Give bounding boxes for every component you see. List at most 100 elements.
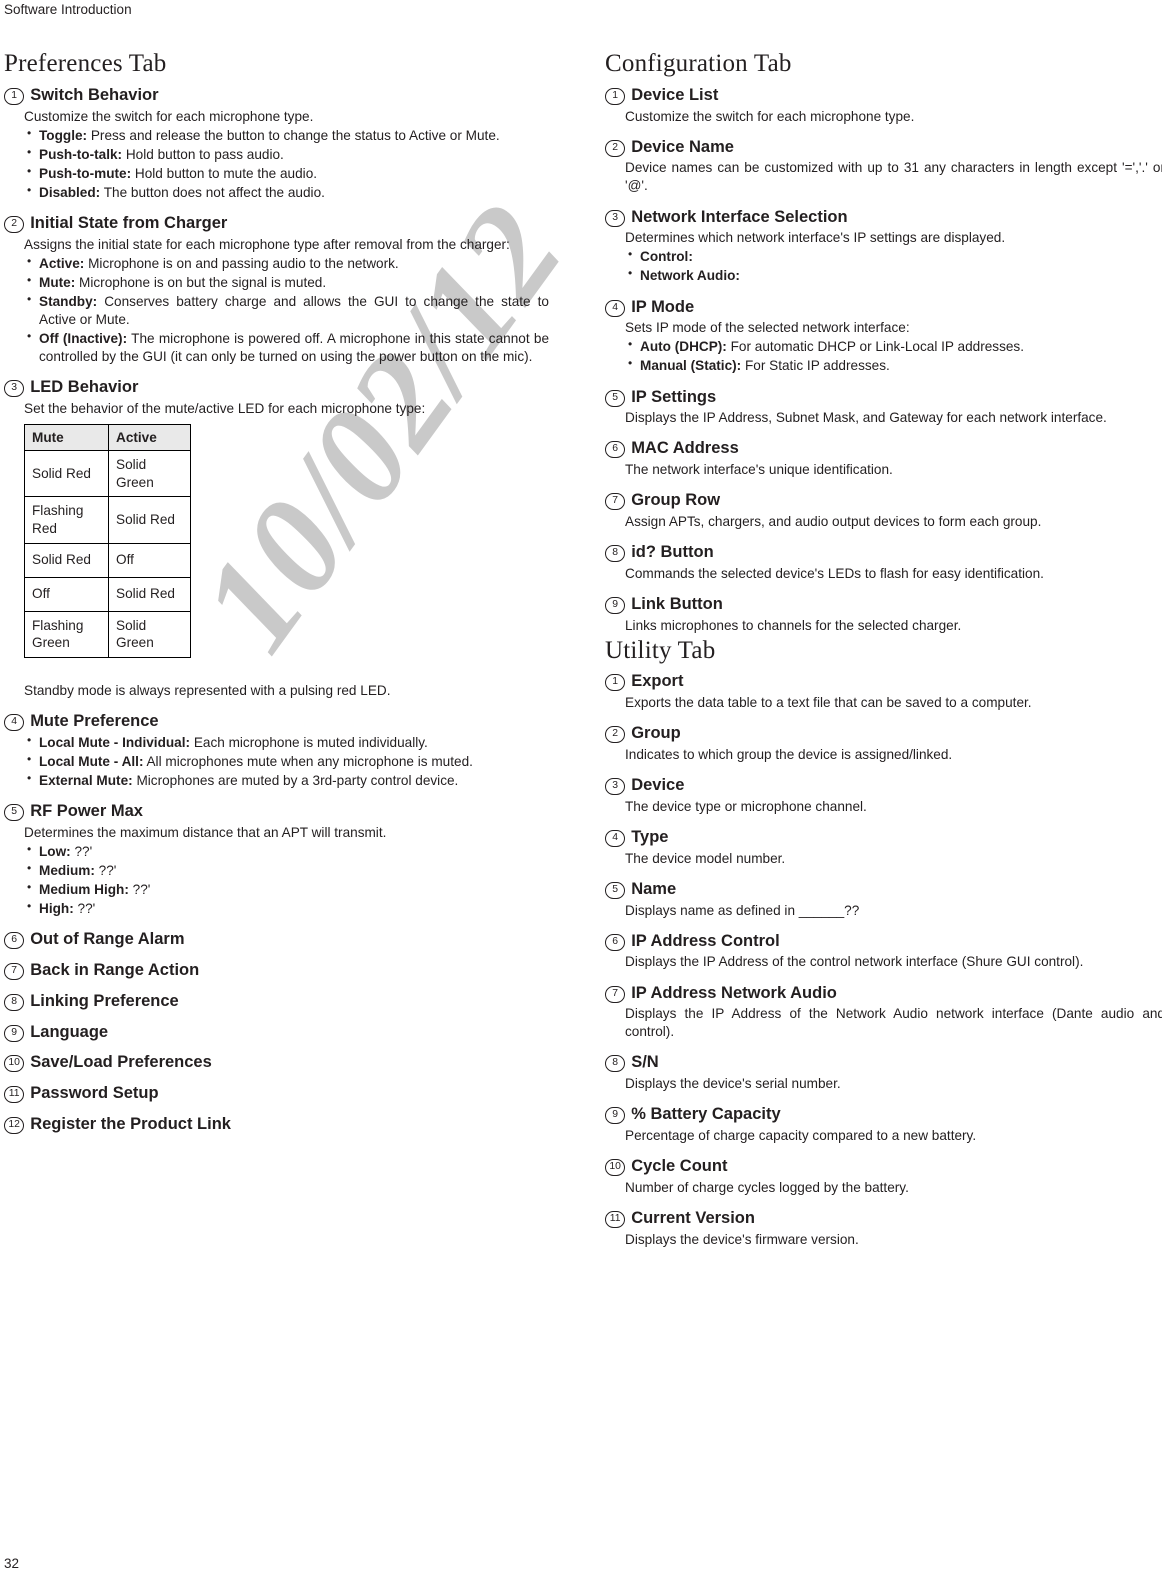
circled-number-icon: 2 xyxy=(605,726,626,744)
table-cell: Off xyxy=(24,576,109,612)
entry-header: 1 Device List xyxy=(605,85,1162,107)
bullet-label: Toggle: xyxy=(39,127,88,143)
right-column: Configuration Tab 1 Device List Customize … xyxy=(605,50,1162,1249)
entry-body: Customize the switch for each microphone… xyxy=(625,108,1162,126)
table-cell: Solid Red xyxy=(108,496,191,544)
bullet-list: Auto (DHCP): For automatic DHCP or Link-… xyxy=(625,337,1162,375)
entry-title: Save/Load Preferences xyxy=(30,1053,212,1072)
numbered-entry: 9 Language xyxy=(4,1022,549,1044)
entry-title: Device Name xyxy=(631,137,734,156)
circled-number-icon: 8 xyxy=(4,993,25,1011)
led-behavior-table: Mute Active Solid Red Solid Green Flashing R… xyxy=(24,424,191,659)
entry-description: Displays the device's serial number. xyxy=(625,1076,841,1092)
entry-body: The device model number. xyxy=(625,850,1162,868)
entry-header: 10 Save/Load Preferences xyxy=(4,1052,549,1074)
entry-body: Displays the IP Address of the Network A… xyxy=(625,1005,1162,1041)
entry-body: Set the behavior of the mute/active LED … xyxy=(24,400,549,418)
bullet-label: Local Mute - All: xyxy=(39,754,144,770)
bullet-label: Disabled: xyxy=(39,184,101,200)
entry-description: Assigns the initial state for each micro… xyxy=(24,236,510,252)
table-cell: Flashing Red xyxy=(24,496,109,544)
entry-header: 7 IP Address Network Audio xyxy=(605,983,1162,1005)
entry-description: The network interface's unique identific… xyxy=(625,462,893,478)
bullet-item: High: ??' xyxy=(24,899,549,918)
entry-header: 2 Initial State from Charger xyxy=(4,213,549,235)
entry-header: 11 Password Setup xyxy=(4,1083,549,1105)
bullet-label: Mute: xyxy=(39,274,76,290)
circled-number-icon: 3 xyxy=(4,380,25,398)
circled-number-icon: 11 xyxy=(605,1211,626,1228)
entry-body: Percentage of charge capacity compared t… xyxy=(625,1127,1162,1145)
left-column: Preferences Tab 1 Switch Behavior Customiz… xyxy=(4,50,549,1145)
numbered-entry: 3 LED Behavior Set the behavior of the mut… xyxy=(4,377,549,700)
circled-number-icon: 7 xyxy=(4,963,25,981)
bullet-label: Medium High: xyxy=(39,882,129,898)
entry-title: Name xyxy=(631,879,677,898)
bullet-text: For automatic DHCP or Link-Local IP addr… xyxy=(726,339,1025,355)
entry-header: 3 LED Behavior xyxy=(4,377,549,399)
bullet-label: High: xyxy=(39,901,74,917)
numbered-entry: 11 Current Version Displays the device's f… xyxy=(605,1208,1162,1249)
bullet-text: Hold button to pass audio. xyxy=(122,146,284,162)
entry-title: Current Version xyxy=(631,1209,755,1227)
numbered-entry: 5 IP Settings Displays the IP Address, Sub… xyxy=(605,387,1162,428)
entry-body: Indicates to which group the device is a… xyxy=(625,746,1162,764)
entry-description: Displays the device's firmware version. xyxy=(625,1231,859,1247)
running-head: Software Introduction xyxy=(4,2,132,17)
bullet-list: Low: ??'Medium: ??'Medium High: ??'High:… xyxy=(24,842,549,918)
entry-title: % Battery Capacity xyxy=(631,1105,781,1124)
entry-title: IP Settings xyxy=(631,387,717,406)
bullet-label: Push-to-talk: xyxy=(39,146,123,162)
entry-title: LED Behavior xyxy=(30,378,139,397)
entry-description: Percentage of charge capacity compared t… xyxy=(625,1128,977,1144)
entry-header: 2 Group xyxy=(605,723,1162,745)
page-number: 32 xyxy=(4,1556,20,1571)
entry-body: Displays the device's serial number. xyxy=(625,1075,1162,1093)
bullet-label: Manual (Static): xyxy=(640,358,742,374)
entry-description: The device type or microphone channel. xyxy=(625,798,867,814)
table-column-header: Mute xyxy=(24,424,109,452)
entry-header: 8 S/N xyxy=(605,1052,1162,1074)
entry-description: Displays the IP Address, Subnet Mask, an… xyxy=(625,410,1107,426)
configuration-tab-heading: Configuration Tab xyxy=(605,50,792,77)
numbered-entry: 4 Type The device model number. xyxy=(605,827,1162,868)
entry-header: 11 Current Version xyxy=(605,1208,1162,1230)
circled-number-icon: 1 xyxy=(605,674,626,692)
numbered-entry: 3 Network Interface Selection Determines w… xyxy=(605,207,1162,286)
table-note: Standby mode is always represented with … xyxy=(24,683,391,699)
entry-header: 4 Mute Preference xyxy=(4,711,549,733)
bullet-list: Active: Microphone is on and passing aud… xyxy=(24,254,549,366)
utility-tab-heading: Utility Tab xyxy=(605,636,716,664)
bullet-item: Local Mute - Individual: Each microphone… xyxy=(24,733,549,752)
entry-header: 2 Device Name xyxy=(605,137,1162,159)
numbered-entry: 9 % Battery Capacity Percentage of charge … xyxy=(605,1104,1162,1145)
bullet-list: Control: Network Audio: xyxy=(625,247,1162,285)
entry-header: 6 IP Address Control xyxy=(605,931,1162,953)
entry-title: IP Mode xyxy=(631,297,695,316)
numbered-entry: 6 MAC Address The network interface's uniq… xyxy=(605,438,1162,479)
entry-header: 8 Linking Preference xyxy=(4,991,549,1013)
bullet-text: All microphones mute when any microphone… xyxy=(143,754,473,770)
circled-number-icon: 5 xyxy=(605,389,626,407)
entry-title: Network Interface Selection xyxy=(631,207,848,226)
bullet-item: Network Audio: xyxy=(625,266,1162,285)
entry-description: The device model number. xyxy=(625,850,786,866)
entry-title: Language xyxy=(30,1022,109,1041)
entry-header: 6 MAC Address xyxy=(605,438,1162,460)
entry-title: Group xyxy=(631,724,681,743)
numbered-entry: 4 Mute Preference Local Mute - Individual:… xyxy=(4,711,549,790)
bullet-item: Off (Inactive): The microphone is powere… xyxy=(24,329,549,366)
numbered-entry: 7 Back in Range Action xyxy=(4,960,549,982)
entry-description: Set the behavior of the mute/active LED … xyxy=(24,400,426,416)
entry-header: 9 Link Button xyxy=(605,594,1162,616)
entry-title: Link Button xyxy=(631,594,723,613)
circled-number-icon: 9 xyxy=(605,596,626,614)
entry-body: The device type or microphone channel. xyxy=(625,798,1162,816)
circled-number-icon: 12 xyxy=(4,1116,25,1134)
numbered-entry: 8 id? Button Commands the selected device'… xyxy=(605,542,1162,583)
table-row: Off Solid Red xyxy=(24,576,191,612)
numbered-entry: 9 Link Button Links microphones to channel… xyxy=(605,594,1162,635)
circled-number-icon: 2 xyxy=(4,215,25,233)
entry-description: Indicates to which group the device is a… xyxy=(625,747,953,763)
numbered-entry: 4 IP Mode Sets IP mode of the selected net… xyxy=(605,297,1162,376)
